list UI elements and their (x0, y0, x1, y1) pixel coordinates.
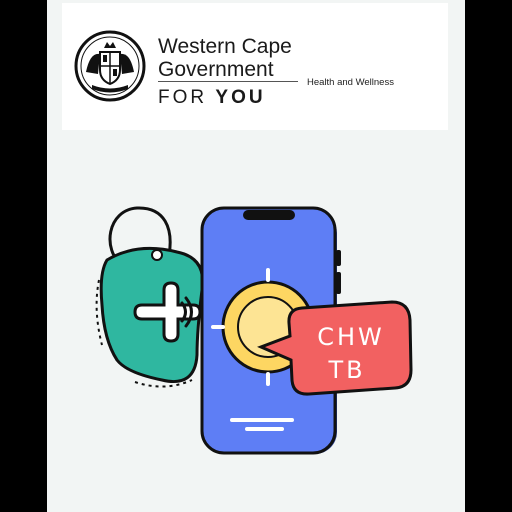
badge-text-line1: CHW (317, 323, 385, 351)
badge-text-line2: TB (327, 356, 365, 384)
organisation-name-line2: Government (158, 58, 274, 81)
organisation-name-line1: Western Cape (158, 35, 292, 58)
chw-tb-illustration: CHW TB (95, 206, 413, 455)
tagline: FOR YOU (158, 87, 266, 109)
tagline-word-1: FOR (158, 87, 208, 108)
coat-of-arms-icon (74, 30, 146, 102)
department-name: Health and Wellness (307, 77, 394, 88)
organisation-name: Western Cape Government (158, 35, 292, 81)
app-frame: Western Cape Government Health and Welln… (47, 0, 465, 512)
divider (158, 81, 298, 82)
tagline-word-2: YOU (215, 87, 266, 108)
brand-header: Western Cape Government Health and Welln… (62, 3, 448, 130)
